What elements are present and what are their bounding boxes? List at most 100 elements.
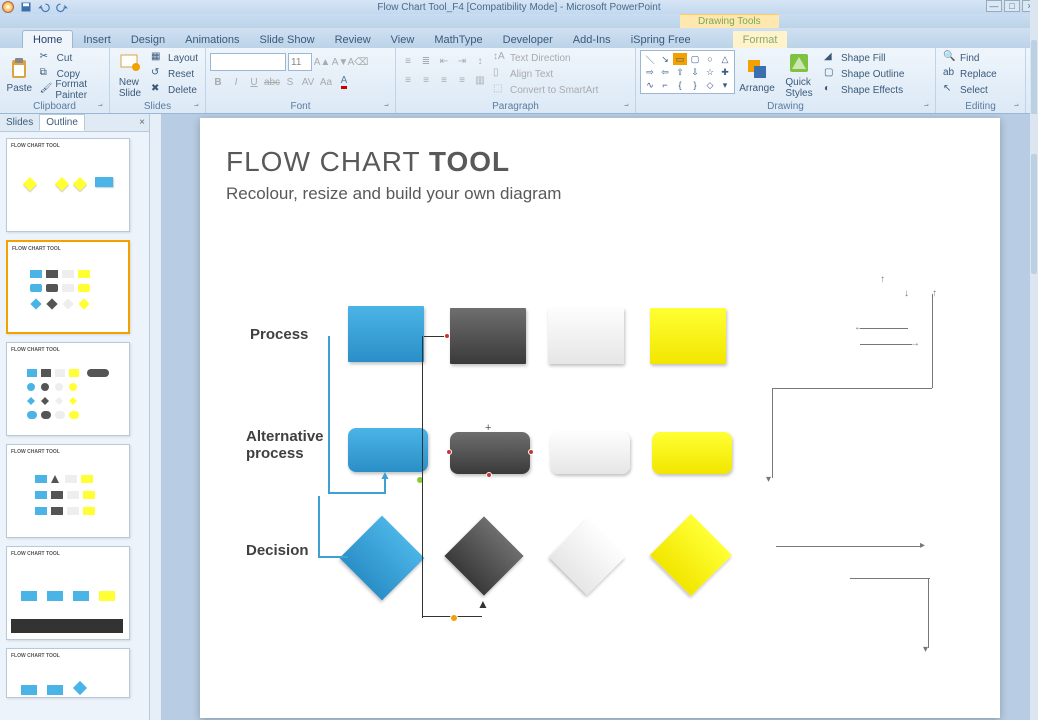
shape-line-icon[interactable]: ＼ — [643, 53, 657, 65]
tab-design[interactable]: Design — [121, 31, 175, 48]
arrange-button[interactable]: Arrange — [737, 50, 777, 100]
layout-button[interactable]: ▦Layout — [148, 50, 201, 66]
shape-decision-yellow[interactable] — [650, 514, 732, 596]
shape-rect-icon[interactable]: ▭ — [673, 53, 687, 65]
tab-addins[interactable]: Add-Ins — [563, 31, 621, 48]
panel-tab-slides[interactable]: Slides — [0, 115, 39, 130]
slide-area-scrollbar[interactable] — [1030, 114, 1038, 720]
thumbnail-3[interactable]: FLOW CHART TOOL — [6, 342, 130, 436]
delete-button[interactable]: ✖Delete — [148, 82, 201, 98]
shape-arrow2-icon[interactable]: ⇨ — [643, 66, 657, 78]
font-name-combo[interactable] — [210, 53, 286, 71]
shape-curve-icon[interactable]: ∿ — [643, 79, 657, 91]
shape-outline-button[interactable]: ▢Shape Outline — [821, 66, 907, 82]
italic-icon[interactable]: I — [228, 74, 244, 90]
tab-format[interactable]: Format — [733, 31, 788, 48]
underline-icon[interactable]: U — [246, 74, 262, 90]
shape-alt-light[interactable] — [550, 432, 630, 474]
justify-icon[interactable]: ≡ — [454, 72, 470, 88]
case-icon[interactable]: Aa — [318, 74, 334, 90]
shape-arrow4-icon[interactable]: ⇧ — [673, 66, 687, 78]
thumbnail-6[interactable]: FLOW CHART TOOL — [6, 648, 130, 698]
selection-handle-right[interactable] — [528, 449, 534, 455]
outdent-icon[interactable]: ⇤ — [436, 53, 452, 69]
slide-edit-area[interactable]: FLOW CHART TOOL Recolour, resize and bui… — [162, 114, 1038, 720]
undo-icon[interactable] — [38, 1, 50, 13]
office-button[interactable] — [2, 1, 14, 13]
grow-font-icon[interactable]: A▲ — [314, 54, 330, 70]
connector-adjust-handle[interactable] — [450, 614, 458, 622]
shape-process-blue[interactable] — [348, 306, 424, 362]
shape-process-yellow[interactable] — [650, 308, 726, 364]
shape-decision-blue[interactable] — [340, 516, 425, 601]
panel-tab-outline[interactable]: Outline — [39, 114, 85, 131]
connector-blue-v3[interactable] — [318, 496, 320, 558]
shape-process-dark[interactable] — [450, 308, 526, 364]
new-slide-button[interactable]: New Slide — [114, 50, 146, 100]
maximize-button[interactable]: □ — [1004, 0, 1020, 12]
connector-blue-h2[interactable] — [318, 556, 348, 558]
select-button[interactable]: ↖Select — [940, 82, 1000, 98]
shape-callout-icon[interactable]: ◇ — [703, 79, 717, 91]
align-right-icon[interactable]: ≡ — [436, 72, 452, 88]
shape-brace2-icon[interactable]: } — [688, 79, 702, 91]
text-direction-button[interactable]: ↕AText Direction — [490, 50, 601, 66]
shape-arrow3-icon[interactable]: ⇦ — [658, 66, 672, 78]
thumbnail-4[interactable]: FLOW CHART TOOL — [6, 444, 130, 538]
shape-arrow-icon[interactable]: ↘ — [658, 53, 672, 65]
clear-format-icon[interactable]: A⌫ — [350, 54, 366, 70]
shape-rrect-icon[interactable]: ▢ — [688, 53, 702, 65]
cut-button[interactable]: ✂Cut — [37, 50, 105, 66]
tab-animations[interactable]: Animations — [175, 31, 249, 48]
reset-button[interactable]: ↺Reset — [148, 66, 201, 82]
indent-icon[interactable]: ⇥ — [454, 53, 470, 69]
shape-alt-dark[interactable] — [450, 432, 530, 474]
shape-brace-icon[interactable]: { — [673, 79, 687, 91]
connector-dark-v[interactable] — [422, 336, 423, 618]
tab-view[interactable]: View — [381, 31, 425, 48]
tab-review[interactable]: Review — [325, 31, 381, 48]
slide-canvas[interactable]: FLOW CHART TOOL Recolour, resize and bui… — [200, 118, 1000, 718]
connector-endpoint[interactable] — [444, 333, 450, 339]
align-left-icon[interactable]: ≡ — [400, 72, 416, 88]
find-button[interactable]: 🔍Find — [940, 50, 1000, 66]
shape-alt-blue[interactable] — [348, 428, 428, 472]
line-spacing-icon[interactable]: ↕ — [472, 53, 488, 69]
convert-smartart-button[interactable]: ⬚Convert to SmartArt — [490, 82, 601, 98]
shape-decision-dark[interactable] — [444, 516, 523, 595]
align-text-button[interactable]: ▯Align Text — [490, 66, 601, 82]
shape-effects-button[interactable]: ◐Shape Effects — [821, 82, 907, 98]
shape-elbow-icon[interactable]: ⌐ — [658, 79, 672, 91]
tab-home[interactable]: Home — [22, 30, 73, 48]
bullets-icon[interactable]: ≡ — [400, 53, 416, 69]
shape-arrow5-icon[interactable]: ⇩ — [688, 66, 702, 78]
shape-oval-icon[interactable]: ○ — [703, 53, 717, 65]
tab-insert[interactable]: Insert — [73, 31, 121, 48]
shape-more-icon[interactable]: ▾ — [718, 79, 732, 91]
font-color-icon[interactable]: A — [336, 74, 352, 90]
selection-handle-bottom[interactable] — [486, 472, 492, 478]
thumbnails-list[interactable]: FLOW CHART TOOL FLOW CHART TOOL — [0, 132, 149, 720]
numbering-icon[interactable]: ≣ — [418, 53, 434, 69]
replace-button[interactable]: abReplace — [940, 66, 1000, 82]
shape-decision-light[interactable] — [549, 519, 625, 595]
shape-star-icon[interactable]: ☆ — [703, 66, 717, 78]
thumbnail-1[interactable]: FLOW CHART TOOL — [6, 138, 130, 232]
thumbnail-5[interactable]: FLOW CHART TOOL — [6, 546, 130, 640]
tab-ispring[interactable]: iSpring Free — [621, 31, 701, 48]
thumbnail-2[interactable]: FLOW CHART TOOL — [6, 240, 130, 334]
strike-icon[interactable]: abc — [264, 74, 280, 90]
quick-styles-button[interactable]: Quick Styles — [779, 50, 819, 100]
format-painter-button[interactable]: 🖌Format Painter — [37, 82, 105, 98]
shapes-gallery[interactable]: ＼ ↘ ▭ ▢ ○ △ ⇨ ⇦ ⇧ ⇩ ☆ ✚ ∿ ⌐ { } ◇ ▾ — [640, 50, 735, 94]
shape-alt-yellow[interactable] — [652, 432, 732, 474]
paste-button[interactable]: Paste — [4, 50, 35, 100]
spacing-icon[interactable]: AV — [300, 74, 316, 90]
shape-process-light[interactable] — [548, 308, 624, 364]
shape-plus-icon[interactable]: ✚ — [718, 66, 732, 78]
shadow-icon[interactable]: S — [282, 74, 298, 90]
connector-blue-v1[interactable] — [328, 336, 330, 494]
tab-slideshow[interactable]: Slide Show — [250, 31, 325, 48]
save-icon[interactable] — [20, 1, 32, 13]
font-size-combo[interactable] — [288, 53, 312, 71]
